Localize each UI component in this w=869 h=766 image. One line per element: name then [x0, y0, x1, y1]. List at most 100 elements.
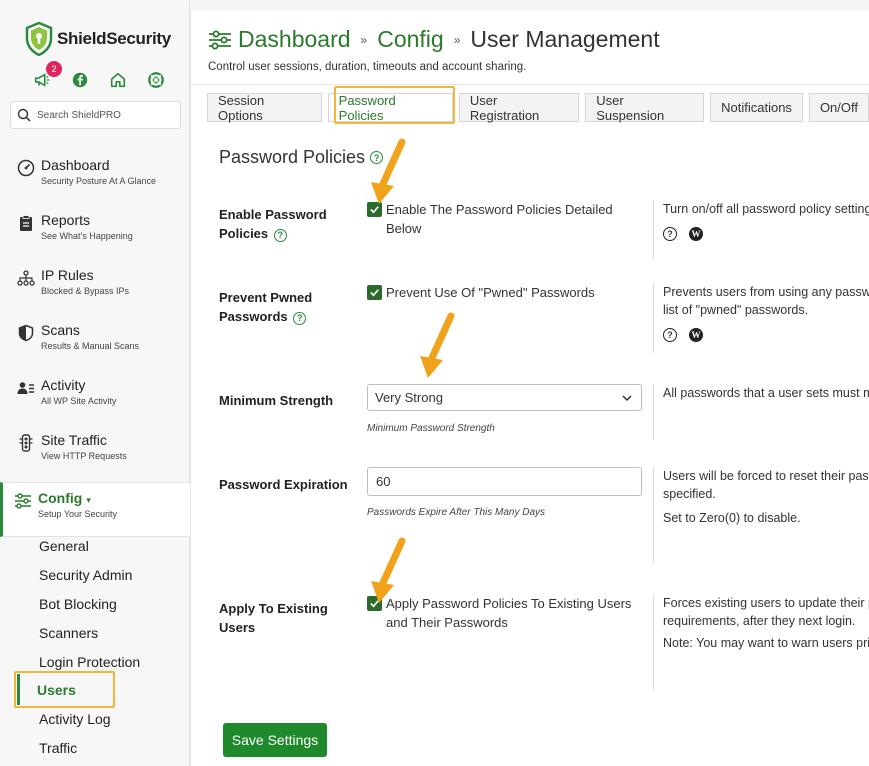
option-description: Users will be forced to reset their pas s…: [663, 467, 869, 527]
sliders-icon: [209, 30, 231, 49]
breadcrumb-dashboard[interactable]: Dashboard: [238, 26, 351, 53]
option-label: Apply To Existing Users: [219, 601, 328, 635]
sidebar-item-site-traffic[interactable]: Site Traffic View HTTP Requests: [0, 425, 190, 480]
sidebar-item-activity[interactable]: Activity All WP Site Activity: [0, 370, 190, 425]
support-lifebuoy-icon[interactable]: [146, 70, 166, 90]
description-text: Turn on/off all password policy settings…: [663, 202, 869, 216]
annotation-arrow-icon: [371, 138, 406, 204]
description-text: Prevents users from using any passwords …: [663, 285, 869, 299]
option-label: Minimum Strength: [219, 393, 334, 408]
divider: [653, 200, 654, 260]
checkbox-label: Enable The Password Policies Detailed Be…: [386, 202, 613, 236]
facebook-icon[interactable]: [70, 70, 90, 90]
subnav-item-activity-log[interactable]: Activity Log: [0, 705, 190, 734]
section-title: Password Policies ?: [219, 147, 384, 168]
option-description: Forces existing users to update their pa…: [663, 594, 869, 652]
tab-session-options[interactable]: Session Options: [207, 93, 322, 123]
subnav-item-security-admin[interactable]: Security Admin: [0, 561, 190, 590]
highlight-box-users: [14, 671, 115, 708]
annotation-arrow-icon: [371, 537, 406, 603]
option-control: Passwords Expire After This Many Days: [367, 467, 642, 518]
save-settings-button[interactable]: Save Settings: [223, 723, 327, 757]
section-title-text: Password Policies: [219, 147, 366, 167]
page-description: Control user sessions, duration, timeout…: [208, 61, 527, 73]
checkbox-label: Apply Password Policies To Existing User…: [386, 596, 632, 630]
divider: [653, 384, 654, 440]
expiration-input[interactable]: [367, 467, 642, 496]
field-hint: Minimum Password Strength: [367, 423, 495, 434]
help-icon[interactable]: ?: [293, 312, 307, 325]
tab-user-registration[interactable]: User Registration: [458, 93, 580, 123]
description-text: Note: You may want to warn users prior t…: [663, 636, 869, 650]
shield-logo-icon: [25, 22, 53, 56]
config-subnav: General Security Admin Bot Blocking Scan…: [0, 532, 190, 762]
help-circle-icon[interactable]: ?: [663, 328, 677, 342]
option-description: Prevents users from using any passwords …: [663, 283, 869, 342]
megaphone-icon[interactable]: 2: [32, 61, 62, 90]
option-label: Enable Password Policies ?: [219, 205, 349, 243]
sidebar-item-title: Reports: [41, 212, 91, 228]
sidebar-item-subtitle: Blocked & Bypass IPs: [41, 286, 130, 296]
sidebar-item-config[interactable]: Config ▾ Setup Your Security: [0, 482, 190, 537]
sidebar-item-title: Config: [38, 490, 83, 506]
breadcrumb: Dashboard » Config » User Management: [208, 26, 660, 53]
notification-badge: 2: [46, 61, 62, 77]
annotation-arrow-icon: [420, 312, 455, 378]
wordpress-icon[interactable]: W: [689, 227, 703, 241]
shield-half-icon: [17, 324, 35, 342]
chevron-down-icon: [622, 394, 632, 401]
strength-select-value: Very Strong: [375, 390, 443, 405]
checkbox-prevent-pwned[interactable]: [367, 285, 382, 300]
description-text: requirements, after they next login.: [663, 614, 856, 628]
subnav-item-general[interactable]: General: [0, 532, 190, 561]
speedometer-icon: [17, 159, 35, 177]
help-icon[interactable]: ?: [273, 229, 287, 242]
option-control: Prevent Use Of "Pwned" Passwords: [367, 283, 642, 302]
logo[interactable]: ShieldSecurity: [25, 22, 171, 56]
search-input[interactable]: [37, 109, 177, 121]
sidebar-item-subtitle: Security Posture At A Glance: [41, 176, 157, 186]
sidebar: ShieldSecurity 2 Dashboard Security Postu…: [0, 0, 190, 766]
sidebar-item-scans[interactable]: Scans Results & Manual Scans: [0, 315, 190, 370]
search-box[interactable]: [10, 101, 181, 129]
sidebar-item-subtitle: See What's Happening: [41, 231, 133, 241]
wordpress-icon[interactable]: W: [689, 328, 703, 342]
divider: [653, 594, 654, 690]
tab-user-suspension[interactable]: User Suspension: [585, 93, 705, 123]
description-text: list of "pwned" passwords.: [663, 303, 809, 317]
sidebar-item-title: Site Traffic: [41, 432, 107, 448]
option-label: Prevent Pwned Passwords ?: [219, 288, 349, 326]
tab-on-off[interactable]: On/Off: [808, 93, 869, 122]
option-description: All passwords that a user sets must meet…: [663, 384, 869, 402]
description-text: Users will be forced to reset their pass…: [663, 469, 869, 483]
option-label: Password Expiration: [219, 477, 348, 492]
tab-notifications[interactable]: Notifications: [710, 93, 803, 122]
search-icon: [17, 108, 31, 122]
sidebar-item-title: Scans: [41, 322, 80, 338]
subnav-item-traffic[interactable]: Traffic: [0, 734, 190, 763]
sidebar-item-dashboard[interactable]: Dashboard Security Posture At A Glance: [0, 150, 190, 205]
sidebar-item-ip-rules[interactable]: IP Rules Blocked & Bypass IPs: [0, 260, 190, 315]
sidebar-item-subtitle: View HTTP Requests: [41, 451, 127, 461]
sidebar-item-title: Dashboard: [41, 157, 110, 173]
sliders-icon: [14, 492, 32, 510]
help-circle-icon[interactable]: ?: [663, 227, 677, 241]
network-icon: [17, 269, 35, 287]
breadcrumb-config[interactable]: Config: [377, 26, 443, 53]
sidebar-item-title: IP Rules: [41, 267, 94, 283]
logo-text: ShieldSecurity: [57, 29, 171, 48]
description-text: All passwords that a user sets must meet…: [663, 386, 869, 400]
subnav-item-bot-blocking[interactable]: Bot Blocking: [0, 590, 190, 619]
sidebar-item-reports[interactable]: Reports See What's Happening: [0, 205, 190, 260]
description-text: specified.: [663, 487, 716, 501]
option-label-text: Enable Password Policies: [219, 207, 327, 241]
home-icon[interactable]: [108, 70, 128, 90]
option-description: Turn on/off all password policy settings…: [663, 200, 869, 241]
field-hint: Passwords Expire After This Many Days: [367, 507, 546, 518]
strength-select[interactable]: Very Strong: [367, 384, 642, 411]
sidebar-item-subtitle: All WP Site Activity: [41, 396, 117, 406]
sidebar-item-subtitle: Setup Your Security: [38, 509, 118, 519]
sidebar-item-title: Activity: [41, 377, 86, 393]
subnav-item-scanners[interactable]: Scanners: [0, 618, 190, 647]
divider: [653, 283, 654, 353]
